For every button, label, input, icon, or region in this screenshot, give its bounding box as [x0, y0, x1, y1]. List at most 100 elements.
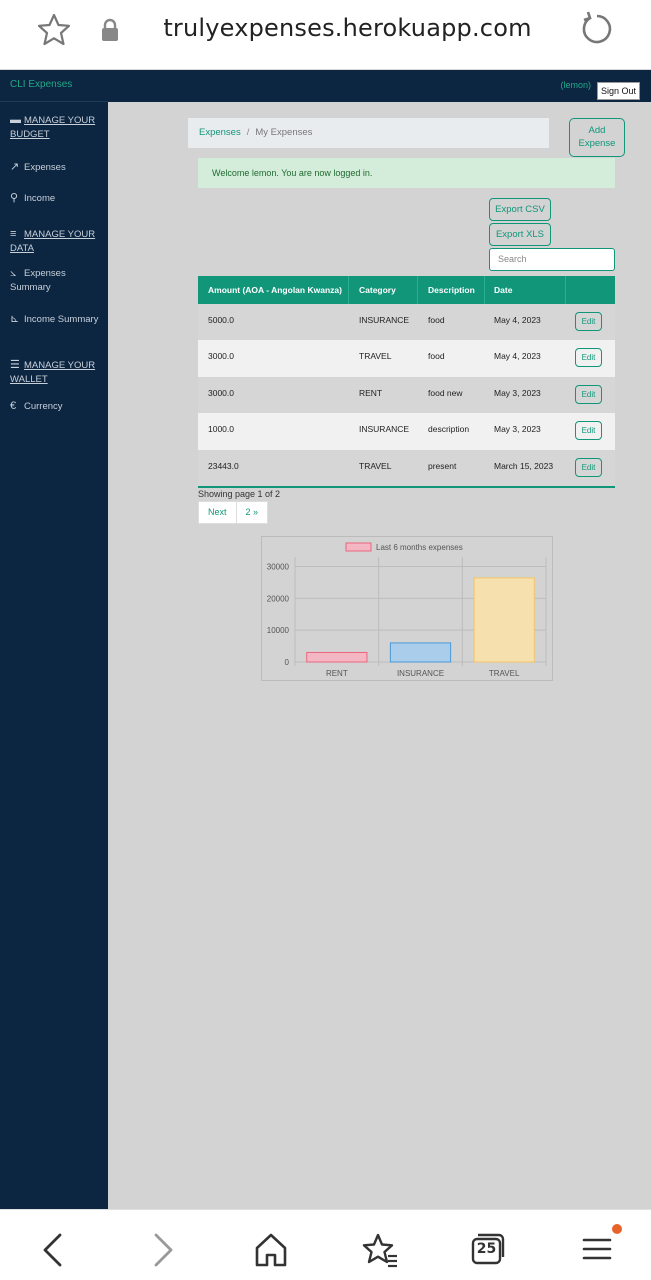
- table-row: 23443.0 TRAVEL present March 15, 2023 Ed…: [198, 449, 615, 486]
- walking-icon: ⚲: [10, 192, 19, 204]
- sidebar: CLI Expenses ▬ MANAGE YOUR BUDGET ↗ Expens…: [0, 70, 108, 1209]
- export-csv-button[interactable]: Export CSV: [489, 198, 551, 221]
- table-row: 5000.0 INSURANCE food May 4, 2023 Edit: [198, 304, 615, 341]
- sidebar-item-manage-budget[interactable]: ▬ MANAGE YOUR BUDGET: [10, 113, 105, 142]
- back-icon[interactable]: [38, 1232, 68, 1268]
- address-bar-url[interactable]: trulyexpenses.herokuapp.com: [140, 14, 555, 42]
- column-header-amount[interactable]: Amount (AOA - Angolan Kwanza): [208, 285, 342, 295]
- chart-bar: [306, 651, 368, 663]
- line-chart-icon: ⦣: [10, 267, 17, 279]
- sidebar-item-currency[interactable]: € Currency: [10, 399, 105, 414]
- search-input[interactable]: Search: [489, 248, 615, 271]
- cell-description: present: [428, 460, 457, 471]
- pagination: Next 2 »: [198, 501, 269, 524]
- chart-y-tick-label: 20000: [267, 594, 290, 603]
- cell-category: TRAVEL: [359, 351, 392, 362]
- cell-date: May 3, 2023: [494, 424, 541, 435]
- sidebar-item-expenses-summary[interactable]: ⦣ Expenses Summary: [10, 266, 105, 295]
- bookmarks-icon[interactable]: [361, 1232, 399, 1268]
- chart-y-tick-label: 0: [285, 658, 290, 667]
- chart-bar: [389, 642, 452, 663]
- table-header: Amount (AOA - Angolan Kwanza) Category D…: [198, 276, 615, 304]
- chart-x-tick-label: TRAVEL: [489, 669, 520, 678]
- sidebar-item-manage-wallet[interactable]: ☰ MANAGE YOUR WALLET: [10, 358, 105, 387]
- chart-y-tick-label: 30000: [267, 563, 290, 572]
- main-content: Expenses / My Expenses Add Expense Welcome…: [108, 102, 651, 1209]
- chart-legend-swatch: [345, 542, 372, 552]
- column-header-date[interactable]: Date: [494, 285, 512, 295]
- table-row: 3000.0 RENT food new May 3, 2023 Edit: [198, 376, 615, 414]
- edit-button[interactable]: Edit: [575, 312, 602, 331]
- sidebar-item-income[interactable]: ⚲ Income: [10, 191, 105, 206]
- sidebar-brand[interactable]: CLI Expenses: [0, 70, 108, 102]
- sidebar-item-manage-data[interactable]: ≡ MANAGE YOUR DATA: [10, 227, 105, 256]
- pagination-page-2-link[interactable]: 2 »: [235, 502, 268, 523]
- expenses-table: Amount (AOA - Angolan Kwanza) Category D…: [198, 276, 615, 488]
- breadcrumb: Expenses / My Expenses: [188, 118, 549, 148]
- welcome-alert: Welcome lemon. You are now logged in.: [198, 158, 615, 188]
- cell-description: food: [428, 315, 445, 325]
- column-header-category[interactable]: Category: [359, 285, 396, 295]
- edit-button[interactable]: Edit: [575, 421, 602, 441]
- cell-description: food: [428, 351, 445, 362]
- cell-category: TRAVEL: [359, 460, 392, 471]
- browser-bottom-bar: 25: [0, 1209, 651, 1280]
- pagination-info: Showing page 1 of 2: [198, 489, 281, 499]
- breadcrumb-current: My Expenses: [255, 127, 313, 138]
- app-window: CLI Expenses ▬ MANAGE YOUR BUDGET ↗ Expens…: [0, 70, 651, 1209]
- edit-button[interactable]: Edit: [575, 457, 602, 477]
- wallet-icon: ▬: [10, 114, 21, 126]
- cell-date: May 3, 2023: [494, 387, 541, 398]
- euro-icon: €: [10, 400, 17, 412]
- sidebar-item-label: Currency: [24, 401, 63, 412]
- cell-category: INSURANCE: [359, 315, 410, 325]
- sidebar-item-income-summary[interactable]: ⊾ Income Summary: [10, 312, 105, 327]
- table-row: 3000.0 TRAVEL food May 4, 2023 Edit: [198, 340, 615, 377]
- database-icon: ≡: [10, 228, 17, 240]
- cell-amount: 23443.0: [208, 460, 239, 471]
- cell-amount: 3000.0: [208, 387, 234, 398]
- edit-button[interactable]: Edit: [575, 348, 602, 368]
- cell-date: March 15, 2023: [494, 460, 554, 471]
- cell-description: food new: [428, 387, 463, 398]
- pagination-next-link[interactable]: Next: [199, 502, 236, 523]
- breadcrumb-separator: /: [246, 127, 250, 138]
- cell-amount: 3000.0: [208, 351, 234, 362]
- share-icon: ↗: [10, 161, 20, 173]
- column-header-description[interactable]: Description: [428, 285, 475, 295]
- sidebar-item-expenses[interactable]: ↗ Expenses: [10, 160, 105, 175]
- reload-icon[interactable]: [578, 10, 616, 48]
- browser-top-bar: trulyexpenses.herokuapp.com: [0, 0, 651, 70]
- tab-count: 25: [476, 1241, 497, 1257]
- expenses-chart: 0 10000 20000 30000 RENT INSURANCE TRAVEL Last …: [261, 536, 553, 681]
- export-xls-button[interactable]: Export XLS: [489, 223, 551, 246]
- breadcrumb-expenses-link[interactable]: Expenses: [199, 127, 241, 138]
- chart-svg: 0 10000 20000 30000 RENT INSURANCE TRAVEL Last …: [267, 542, 547, 678]
- forward-icon[interactable]: [148, 1232, 178, 1268]
- add-expense-button[interactable]: Add Expense: [569, 118, 625, 157]
- cell-date: May 4, 2023: [494, 351, 541, 362]
- sidebar-item-label: Income: [24, 193, 56, 204]
- cell-category: RENT: [359, 387, 383, 398]
- notification-dot: [612, 1224, 622, 1234]
- sign-out-button[interactable]: Sign Out: [597, 82, 640, 100]
- chart-y-tick-label: 10000: [267, 626, 290, 635]
- username-label: (lemon): [560, 80, 591, 90]
- chart-legend-label: Last 6 months expenses: [376, 543, 463, 552]
- cell-amount: 5000.0: [208, 315, 234, 325]
- area-chart-icon: ⊾: [10, 313, 20, 325]
- chart-bar: [473, 577, 535, 663]
- edit-button[interactable]: Edit: [575, 384, 602, 404]
- lock-icon: [102, 18, 118, 41]
- coins-icon: ☰: [10, 359, 20, 371]
- menu-icon[interactable]: [580, 1222, 626, 1268]
- bookmark-star-icon[interactable]: [36, 12, 72, 48]
- sidebar-item-label: Income Summary: [24, 314, 99, 325]
- table-row: 1000.0 INSURANCE description May 3, 2023…: [198, 413, 615, 450]
- chart-x-tick-label: INSURANCE: [397, 669, 444, 678]
- cell-description: description: [428, 424, 470, 435]
- tabs-button[interactable]: 25: [470, 1232, 506, 1266]
- cell-category: INSURANCE: [359, 424, 410, 435]
- chart-x-tick-label: RENT: [326, 669, 348, 678]
- home-icon[interactable]: [254, 1232, 288, 1268]
